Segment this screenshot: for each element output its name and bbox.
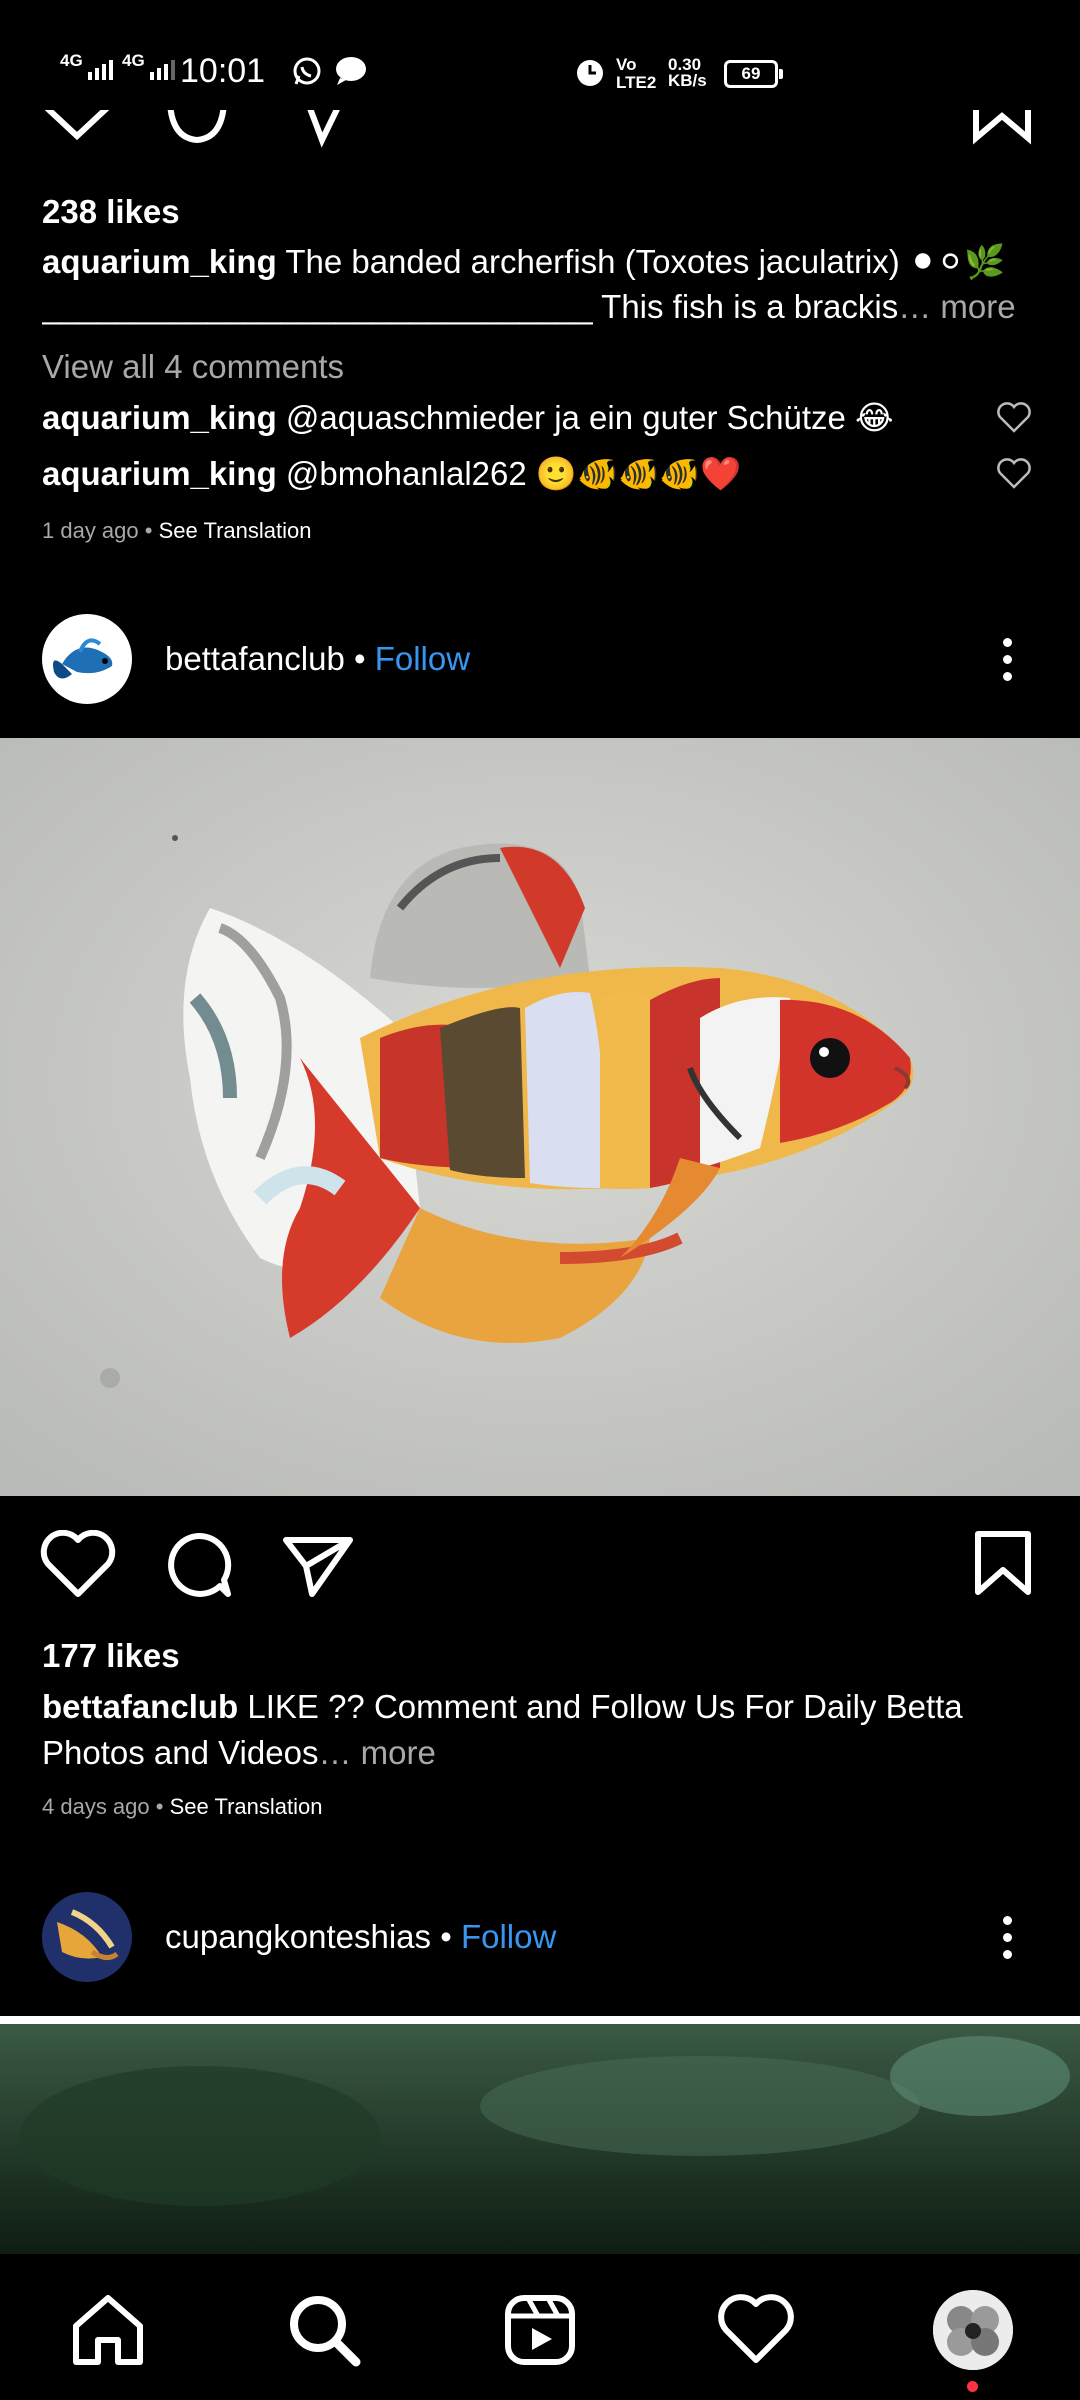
post2-caption-line2: Photos and Videos… more (42, 1734, 436, 1772)
search-icon[interactable] (284, 2290, 364, 2370)
comment-text: @bmohanlal262 🙂🐠🐠🐠❤️ (285, 455, 742, 492)
caption-more-link[interactable]: … more (898, 288, 1015, 325)
caption-username[interactable]: bettafanclub (42, 1688, 238, 1725)
signal-bars-icon (150, 60, 175, 80)
save-icon[interactable] (970, 110, 1034, 158)
home-icon[interactable] (68, 2290, 148, 2370)
network-label-1: 4G (60, 51, 83, 70)
see-translation-link[interactable]: See Translation (170, 1794, 323, 1819)
reels-icon[interactable] (500, 2290, 580, 2370)
signal-bars-icon (88, 60, 113, 80)
post2-likes[interactable]: 177 likes (42, 1637, 180, 1675)
post2-user-line: bettafanclub • Follow (165, 640, 470, 678)
betta-logo-icon (53, 638, 113, 679)
comment-icon[interactable] (162, 1530, 234, 1600)
comment-row: aquarium_king @bmohanlal262 🙂🐠🐠🐠❤️ (42, 455, 741, 494)
post1-likes[interactable]: 238 likes (42, 193, 180, 231)
like-icon[interactable] (42, 110, 112, 158)
view-all-comments[interactable]: View all 4 comments (42, 348, 344, 386)
more-options-icon[interactable] (1003, 1916, 1012, 1967)
caption-text: LIKE ?? Comment and Follow Us For Daily … (247, 1688, 963, 1725)
comment-like-icon[interactable] (996, 402, 1032, 434)
network-label-2: 4G (122, 51, 145, 70)
alarm-icon (577, 60, 603, 86)
save-icon[interactable] (972, 1528, 1034, 1600)
caption-more-link[interactable]: … more (318, 1734, 435, 1771)
share-icon[interactable] (282, 1532, 354, 1600)
betta-fish-photo (0, 738, 1080, 1496)
avatar[interactable] (42, 1892, 132, 1982)
network-speed-unit: KB/s (668, 71, 707, 90)
post3-image[interactable] (0, 2016, 1080, 2254)
post1-meta: 1 day ago • See Translation (42, 518, 312, 543)
post1-action-bar (0, 110, 1080, 170)
betta-avatar-icon (42, 1892, 132, 1982)
flower-avatar-icon (933, 2290, 1013, 2370)
post-username[interactable]: bettafanclub (165, 640, 345, 677)
post-username[interactable]: cupangkonteshias (165, 1918, 431, 1955)
post2-caption: bettafanclub LIKE ?? Comment and Follow … (42, 1688, 1042, 1726)
comment-text: @aquaschmieder ja ein guter Schütze 😂 (285, 399, 894, 436)
caption-text: The banded archerfish (Toxotes jaculatri… (285, 243, 1006, 280)
post2-header: bettafanclub • Follow (0, 610, 1080, 710)
share-icon[interactable] (300, 110, 350, 158)
post2-image[interactable] (0, 738, 1080, 1496)
caption-text-2: ______________________________ This fish… (42, 288, 899, 325)
post3-photo (0, 2024, 1080, 2254)
clock: 10:01 (180, 52, 266, 90)
post3-user-line: cupangkonteshias • Follow (165, 1918, 556, 1956)
avatar[interactable] (42, 614, 132, 704)
see-translation-link[interactable]: See Translation (159, 518, 312, 543)
profile-avatar[interactable] (933, 2290, 1013, 2370)
separator: • (353, 640, 366, 677)
activity-heart-icon[interactable] (716, 2290, 796, 2370)
comment-like-icon[interactable] (996, 458, 1032, 490)
post2-meta: 4 days ago • See Translation (42, 1794, 323, 1819)
battery-indicator: 69 (724, 60, 783, 88)
volte-indicator: Vo LTE2 (616, 55, 657, 92)
post-time: 4 days ago (42, 1794, 150, 1819)
more-options-icon[interactable] (1003, 638, 1012, 689)
follow-button[interactable]: Follow (375, 640, 470, 677)
comment-username[interactable]: aquarium_king (42, 399, 277, 436)
whatsapp-icon (293, 57, 321, 85)
separator: • (440, 1918, 452, 1955)
caption-username[interactable]: aquarium_king (42, 243, 277, 280)
status-bar: 4G 4G 10:01 Vo LTE2 0.30 KB/s 69 (0, 0, 1080, 110)
comment-row: aquarium_king @aquaschmieder ja ein gute… (42, 398, 894, 437)
comment-icon[interactable] (162, 110, 232, 158)
comment-username[interactable]: aquarium_king (42, 455, 277, 492)
post3-header: cupangkonteshias • Follow (0, 1888, 1080, 1988)
caption-text-2: Photos and Videos (42, 1734, 319, 1771)
post-time: 1 day ago (42, 518, 139, 543)
notification-dot (967, 2381, 978, 2392)
message-icon (336, 57, 366, 85)
like-icon[interactable] (40, 1530, 116, 1600)
post1-caption-line2: ______________________________ This fish… (42, 288, 1052, 326)
follow-button[interactable]: Follow (461, 1918, 556, 1955)
post1-caption: aquarium_king The banded archerfish (Tox… (42, 242, 1042, 282)
